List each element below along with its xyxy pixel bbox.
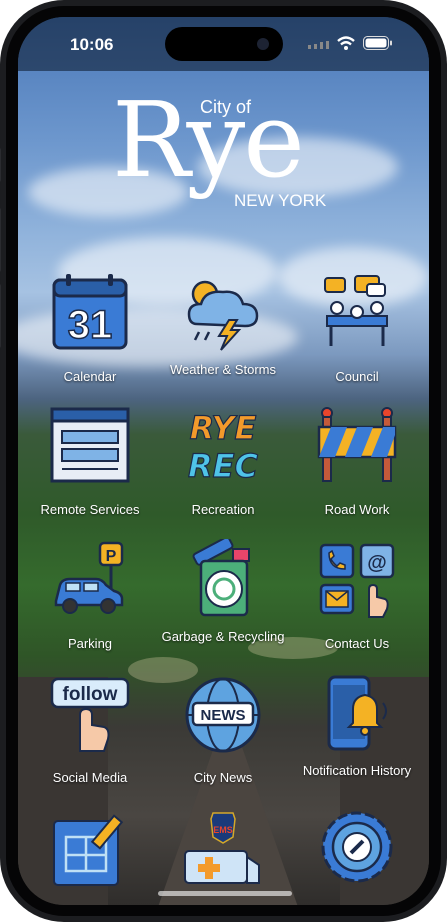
- home-screen: 10:06 City of Rye NEW YORK 31 Calendar W…: [18, 17, 429, 905]
- contact-phone-email-icon: @: [319, 543, 395, 618]
- tile-recreation[interactable]: RYE REC Recreation: [163, 405, 283, 535]
- action-button: [0, 148, 1, 182]
- calendar-icon: 31: [52, 274, 128, 350]
- browser-window-icon: [50, 407, 130, 483]
- tile-calendar[interactable]: 31 Calendar: [30, 272, 150, 402]
- recycling-bin-icon: [192, 539, 250, 617]
- city-logo: City of Rye NEW YORK: [108, 79, 338, 241]
- svg-text:P: P: [106, 548, 117, 565]
- phone-frame: 10:06 City of Rye NEW YORK 31 Calendar W…: [0, 0, 447, 922]
- svg-text:@: @: [367, 552, 387, 574]
- tile-label-social-media: Social Media: [52, 770, 128, 785]
- ems-ambulance-icon: EMS: [184, 812, 260, 884]
- road-barrier-icon: [317, 407, 397, 482]
- volume-up-button: [0, 208, 1, 272]
- council-meeting-icon: [324, 275, 388, 346]
- tile-label-garbage-recycling: Garbage & Recycling: [161, 629, 285, 644]
- tile-road-work[interactable]: Road Work: [297, 405, 417, 535]
- cellular-signal-icon: [308, 41, 329, 49]
- dynamic-island: [165, 27, 283, 61]
- blueprint-plans-icon: [53, 814, 124, 886]
- tile-social-media[interactable]: follow Social Media: [30, 673, 150, 803]
- tile-settings[interactable]: [297, 807, 417, 905]
- logo-new-york: NEW YORK: [234, 191, 327, 210]
- tile-label-parking: Parking: [67, 636, 113, 651]
- tile-label-contact-us: Contact Us: [324, 636, 390, 651]
- tile-council[interactable]: Council: [297, 272, 417, 402]
- settings-wrench-gear-icon: [321, 811, 393, 883]
- tile-label-remote-services: Remote Services: [40, 502, 140, 517]
- tile-notification-history[interactable]: Notification History: [297, 673, 417, 803]
- logo-rye: Rye: [112, 79, 305, 201]
- tile-contact-us[interactable]: @ Contact Us: [297, 539, 417, 669]
- follow-button-icon: follow: [50, 677, 130, 752]
- tile-label-council: Council: [335, 369, 379, 384]
- weather-storm-icon: [187, 280, 259, 351]
- home-indicator[interactable]: [158, 891, 292, 896]
- tile-weather[interactable]: Weather & Storms: [163, 272, 283, 402]
- tile-planning[interactable]: [30, 807, 150, 905]
- svg-text:EMS: EMS: [213, 825, 233, 835]
- tile-label-city-news: City News: [193, 770, 253, 785]
- tile-label-weather: Weather & Storms: [170, 362, 276, 377]
- svg-text:RYE: RYE: [190, 409, 257, 447]
- tile-label-calendar: Calendar: [63, 369, 117, 384]
- tile-label-recreation: Recreation: [191, 502, 255, 517]
- tile-parking[interactable]: P Parking: [30, 539, 150, 669]
- notification-bell-icon: [327, 675, 387, 751]
- tile-remote-services[interactable]: Remote Services: [30, 405, 150, 535]
- svg-text:REC: REC: [188, 447, 259, 485]
- svg-text:NEWS: NEWS: [201, 707, 246, 724]
- tile-garbage-recycling[interactable]: Garbage & Recycling: [162, 539, 284, 669]
- rye-rec-icon: RYE REC: [187, 408, 259, 485]
- tile-label-road-work: Road Work: [324, 502, 390, 517]
- volume-down-button: [0, 284, 1, 348]
- status-time: 10:06: [70, 35, 114, 54]
- battery-icon: [363, 36, 392, 50]
- parking-car-icon: P: [54, 541, 124, 614]
- wifi-icon: [337, 36, 355, 50]
- status-bar: 10:06: [18, 17, 429, 71]
- tile-label-notification-history: Notification History: [302, 763, 412, 778]
- svg-text:follow: follow: [63, 684, 118, 705]
- svg-text:31: 31: [68, 303, 113, 347]
- news-globe-icon: NEWS: [185, 677, 261, 753]
- tile-city-news[interactable]: NEWS City News: [163, 673, 283, 803]
- camera-icon: [257, 38, 269, 50]
